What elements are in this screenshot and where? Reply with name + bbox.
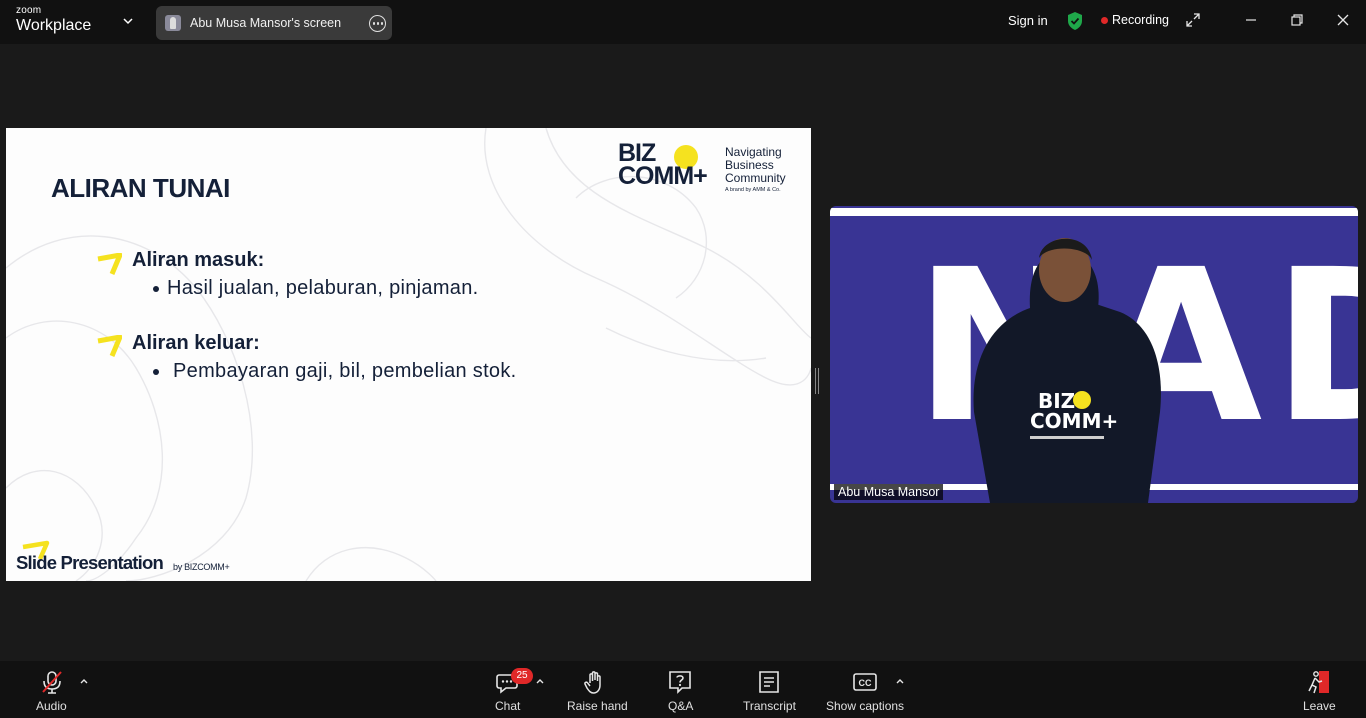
encryption-shield-icon[interactable] bbox=[1066, 11, 1084, 31]
audio-label: Audio bbox=[36, 699, 67, 713]
close-icon[interactable] bbox=[1335, 12, 1351, 28]
brand-small: zoom bbox=[16, 5, 42, 16]
item-heading: Aliran masuk: bbox=[132, 249, 265, 271]
presenter-avatar bbox=[165, 15, 181, 31]
resize-handle[interactable] bbox=[815, 368, 819, 394]
slide-title: ALIRAN TUNAI bbox=[51, 173, 230, 203]
leave-label: Leave bbox=[1303, 699, 1336, 713]
logo-subtext: A brand by AMM & Co. bbox=[725, 187, 781, 193]
leave-door-icon bbox=[1308, 671, 1329, 694]
qa-button[interactable]: Q&A bbox=[662, 661, 698, 718]
muted-microphone-icon bbox=[42, 671, 62, 694]
chat-options-caret-icon[interactable] bbox=[535, 677, 545, 685]
logo-wordmark: BIZ COMM+ bbox=[618, 141, 708, 190]
transcript-icon bbox=[759, 671, 779, 693]
show-captions-button[interactable]: CC Show captions bbox=[822, 661, 908, 718]
participant-name-label: Abu Musa Mansor bbox=[834, 484, 944, 500]
bullet-dot bbox=[153, 286, 159, 292]
yellow-arrow-icon bbox=[97, 253, 122, 275]
logo-tagline: Navigating Business Community bbox=[725, 145, 786, 186]
restore-icon[interactable] bbox=[1289, 12, 1305, 28]
raise-hand-button[interactable]: Raise hand bbox=[562, 661, 628, 718]
shared-slide[interactable]: ALIRAN TUNAI BIZ COMM+ Navigating Busine… bbox=[6, 128, 811, 581]
zoom-workplace-logo[interactable]: zoom Workplace bbox=[16, 6, 91, 34]
item-detail: Hasil jualan, pelaburan, pinjaman. bbox=[167, 277, 479, 299]
share-label: Abu Musa Mansor's screen bbox=[190, 16, 342, 30]
recording-dot-icon bbox=[1101, 17, 1108, 24]
leave-button[interactable]: Leave bbox=[1298, 661, 1338, 718]
screen-share-indicator[interactable]: Abu Musa Mansor's screen bbox=[156, 6, 392, 40]
chevron-down-icon[interactable] bbox=[121, 14, 135, 28]
more-options-icon[interactable] bbox=[369, 15, 386, 32]
participant-figure: BIZ COMM+ bbox=[973, 238, 1161, 503]
item-heading: Aliran keluar: bbox=[132, 332, 260, 354]
footer-by: by BIZCOMM+ bbox=[173, 562, 230, 572]
item-detail: Pembayaran gaji, bil, pembelian stok. bbox=[173, 360, 517, 382]
recording-label[interactable]: Recording bbox=[1112, 13, 1169, 27]
logo-line-2: COMM+ bbox=[618, 162, 708, 190]
footer-brand: Slide Presentation bbox=[16, 552, 164, 573]
chat-label: Chat bbox=[495, 699, 521, 713]
minimize-icon[interactable] bbox=[1243, 12, 1259, 28]
closed-captions-icon: CC bbox=[853, 673, 877, 691]
show-captions-label: Show captions bbox=[826, 699, 905, 713]
sign-in-link[interactable]: Sign in bbox=[1008, 13, 1048, 28]
bullet-dot bbox=[153, 369, 159, 375]
brand-big: Workplace bbox=[16, 17, 92, 34]
tagline-3: Community bbox=[725, 171, 786, 186]
qa-label: Q&A bbox=[668, 699, 694, 713]
question-bubble-icon bbox=[669, 671, 691, 694]
fullscreen-icon[interactable] bbox=[1185, 12, 1201, 28]
audio-options-caret-icon[interactable] bbox=[79, 677, 89, 685]
transcript-label: Transcript bbox=[743, 699, 796, 713]
hand-icon bbox=[584, 671, 601, 694]
title-bar: zoom Workplace Abu Musa Mansor's screen … bbox=[0, 0, 1366, 44]
raise-hand-label: Raise hand bbox=[567, 699, 628, 713]
captions-options-caret-icon[interactable] bbox=[895, 677, 905, 685]
meeting-toolbar: Audio Chat Raise hand Q&A Transcript CC … bbox=[0, 661, 1366, 718]
svg-text:COMM+: COMM+ bbox=[1030, 409, 1118, 433]
svg-text:CC: CC bbox=[859, 678, 872, 688]
zoom-window: zoom Workplace Abu Musa Mansor's screen … bbox=[0, 0, 1366, 718]
audio-button[interactable]: Audio bbox=[30, 661, 74, 718]
chat-unread-badge: 25 bbox=[511, 668, 533, 684]
yellow-arrow-icon bbox=[97, 335, 122, 357]
participant-video[interactable]: NADI BIZ COMM+ Abu Musa Mansor bbox=[830, 206, 1358, 503]
transcript-button[interactable]: Transcript bbox=[739, 661, 799, 718]
